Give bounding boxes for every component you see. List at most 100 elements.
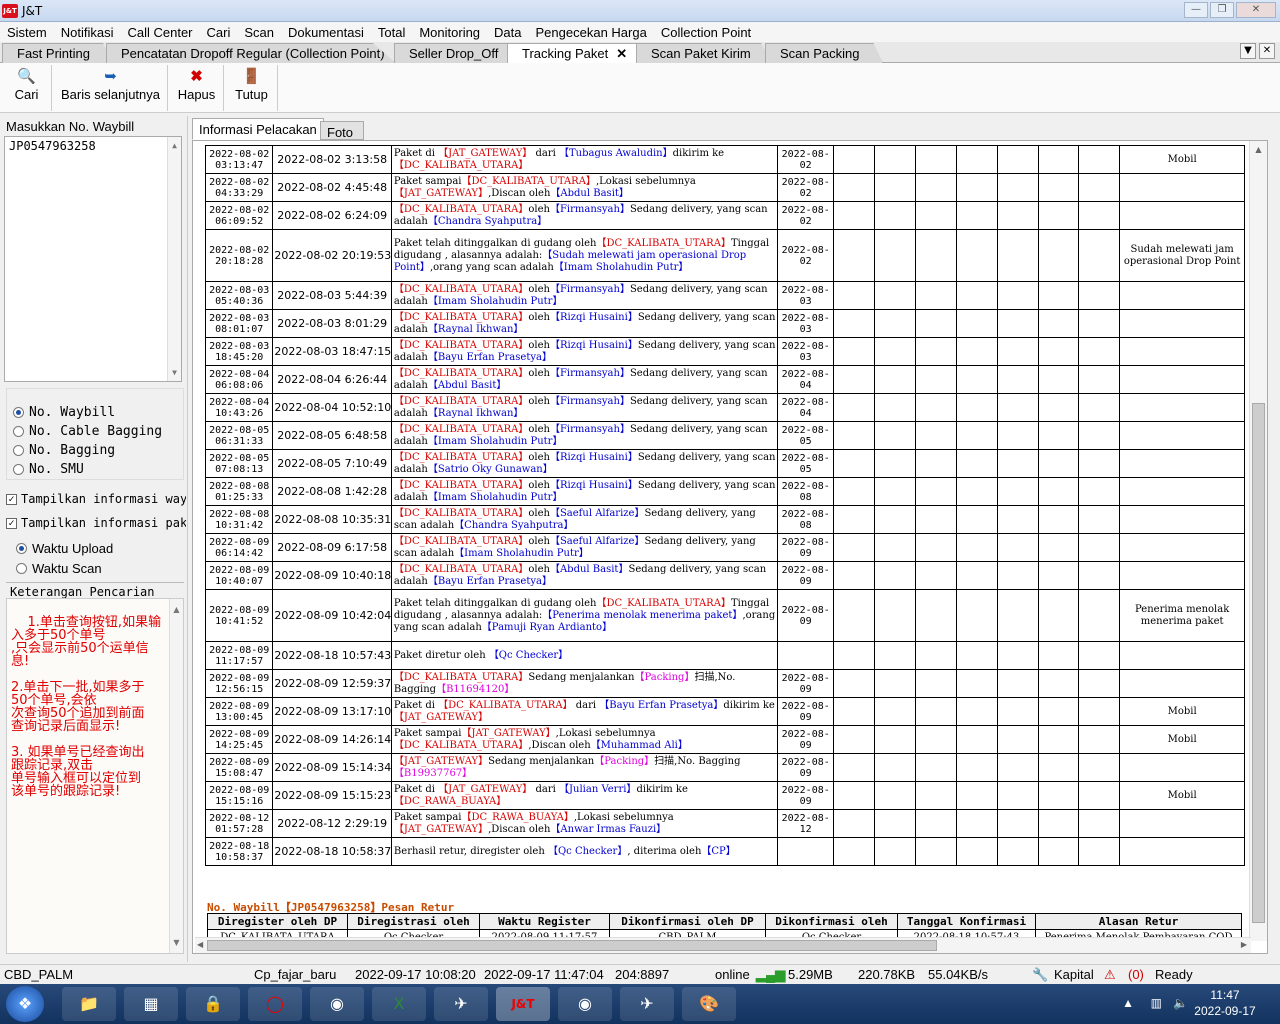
tracking-row[interactable]: 2022-08-05 07:08:13 2022-08-05 7:10:49 【DC…: [204, 449, 1245, 478]
tutup-button[interactable]: 🚪 Tutup: [226, 65, 278, 111]
radio-waktu-upload[interactable]: Waktu Upload: [16, 538, 184, 558]
start-button[interactable]: ❖: [6, 986, 44, 1022]
description-cell: 【DC_KALIBATA_UTARA】oleh【Rizqi Husaini】Se…: [390, 477, 779, 506]
tracking-row[interactable]: 2022-08-09 10:41:52 2022-08-09 10:42:04 Pa…: [204, 589, 1245, 642]
tab-pencatatan-dropoff[interactable]: Pencatatan Dropoff Regular (Collection P…: [106, 43, 396, 63]
vertical-scroll-thumb[interactable]: [1252, 403, 1265, 923]
tracking-row[interactable]: 2022-08-09 13:00:45 2022-08-09 13:17:10 Pa…: [204, 697, 1245, 726]
baris-selanjutnya-button[interactable]: ➥ Baris selanjutnya: [54, 65, 168, 111]
date-cell: 2022-08-02: [777, 201, 835, 230]
tray-arrow-icon[interactable]: ▲: [1122, 996, 1134, 1010]
tab-scan-packing[interactable]: Scan Packing: [765, 43, 883, 63]
tracking-row[interactable]: 2022-08-04 10:43:26 2022-08-04 10:52:10 【D…: [204, 393, 1245, 422]
radio-no-bagging[interactable]: No. Bagging: [13, 441, 183, 460]
maximize-button[interactable]: ❐: [1210, 2, 1234, 18]
tracking-row[interactable]: 2022-08-12 01:57:28 2022-08-12 2:29:19 Pak…: [204, 809, 1245, 838]
file-explorer-icon[interactable]: 📁: [62, 987, 116, 1021]
chrome-icon[interactable]: ◉: [310, 987, 364, 1021]
tracking-row[interactable]: 2022-08-03 08:01:07 2022-08-03 8:01:29 【DC…: [204, 309, 1245, 338]
radio-no-smu[interactable]: No. SMU: [13, 460, 183, 479]
radio-waktu-scan[interactable]: Waktu Scan: [16, 558, 184, 578]
tracking-row[interactable]: 2022-08-04 06:08:06 2022-08-04 6:26:44 【DC…: [204, 365, 1245, 394]
menu-pengecekan-harga[interactable]: Pengecekan Harga: [529, 25, 654, 40]
tracking-row[interactable]: 2022-08-09 15:15:16 2022-08-09 15:15:23 Pa…: [204, 781, 1245, 810]
telegram-2-icon[interactable]: ✈: [620, 987, 674, 1021]
tracking-row[interactable]: 2022-08-08 10:31:42 2022-08-08 10:35:31 【D…: [204, 505, 1245, 534]
scan-time-cell: 2022-08-02 20:18:28: [204, 229, 274, 282]
description-cell: 【DC_KALIBATA_UTARA】oleh【Firmansyah】Sedan…: [390, 281, 779, 310]
empty-cell: [1037, 229, 1080, 282]
tab-close-icon[interactable]: ✕: [616, 46, 627, 61]
empty-cell: [1078, 449, 1121, 478]
close-button[interactable]: ✕: [1236, 2, 1276, 18]
radio-no-cable-bagging[interactable]: No. Cable Bagging: [13, 422, 183, 441]
tab-seller-drop-off[interactable]: Seller Drop_Off: [394, 43, 518, 63]
cari-button[interactable]: 🔍 Cari: [2, 65, 52, 111]
tracking-row[interactable]: 2022-08-09 12:56:15 2022-08-09 12:59:37 【D…: [204, 669, 1245, 698]
empty-cell: [1078, 589, 1121, 642]
menu-collection-point[interactable]: Collection Point: [654, 25, 758, 40]
waybill-scrollbar[interactable]: ▲ ▼: [167, 137, 181, 381]
vpn-app-icon[interactable]: 🔒: [186, 987, 240, 1021]
tab-scan-paket-kirim[interactable]: Scan Paket Kirim: [636, 43, 772, 63]
highlight-token: 【Rizqi Husaini】: [549, 451, 638, 463]
subtab-foto[interactable]: Foto: [320, 121, 364, 140]
tracking-row[interactable]: 2022-08-08 01:25:33 2022-08-08 1:42:28 【DC…: [204, 477, 1245, 506]
tab-tracking-paket[interactable]: Tracking Paket ✕: [507, 43, 647, 63]
tracking-row[interactable]: 2022-08-02 04:33:29 2022-08-02 4:45:48 Pak…: [204, 173, 1245, 202]
checkbox-info-waybill[interactable]: ✓ Tampilkan informasi way: [6, 492, 186, 506]
horizontal-scrollbar[interactable]: ◀ ▶: [195, 937, 1251, 953]
radio-no-waybill[interactable]: No. Waybill: [13, 403, 183, 422]
tracking-row[interactable]: 2022-08-02 03:13:47 2022-08-02 3:13:58 Pak…: [204, 145, 1245, 174]
waybill-input[interactable]: JP0547963258 ▲ ▼: [4, 136, 182, 382]
clock[interactable]: 11:47 2022-09-17: [1190, 988, 1260, 1018]
jnt-app-icon[interactable]: J&T: [496, 987, 550, 1021]
empty-cell: [1037, 505, 1080, 534]
tracking-row[interactable]: 2022-08-02 06:09:52 2022-08-02 6:24:09 【DC…: [204, 201, 1245, 230]
menu-cari[interactable]: Cari: [200, 25, 238, 40]
tab-list-dropdown-icon[interactable]: ▼: [1240, 43, 1256, 59]
tab-close-all-icon[interactable]: ✕: [1259, 43, 1275, 59]
tracking-row[interactable]: 2022-08-03 18:45:20 2022-08-03 18:47:15 【D…: [204, 337, 1245, 366]
menu-total[interactable]: Total: [371, 25, 412, 40]
excel-icon[interactable]: X: [372, 987, 426, 1021]
taskbar: ❖ 📁 ▦ 🔒 ◯ ◉ X ✈ J&T ◉ ✈ 🎨 ▲ ▥ 🔈 11:47 20…: [0, 984, 1280, 1024]
menu-sistem[interactable]: Sistem: [0, 25, 54, 40]
volume-icon[interactable]: 🔈: [1173, 996, 1188, 1010]
tracking-row[interactable]: 2022-08-09 10:40:07 2022-08-09 10:40:18 【D…: [204, 561, 1245, 590]
tracking-row[interactable]: 2022-08-09 06:14:42 2022-08-09 6:17:58 【DC…: [204, 533, 1245, 562]
menu-call-center[interactable]: Call Center: [120, 25, 199, 40]
tracking-row[interactable]: 2022-08-05 06:31:33 2022-08-05 6:48:58 【DC…: [204, 421, 1245, 450]
date-cell: 2022-08-04: [777, 365, 835, 394]
return-header: Diregistrasi oleh: [347, 913, 480, 930]
tracking-row[interactable]: 2022-08-18 10:58:37 2022-08-18 10:58:37 Be…: [204, 837, 1245, 866]
menu-scan[interactable]: Scan: [237, 25, 281, 40]
horizontal-scroll-thumb[interactable]: [207, 940, 937, 951]
notes-scrollbar[interactable]: ▲ ▼: [169, 599, 183, 953]
remark-cell: [1119, 281, 1245, 310]
minimize-button[interactable]: —: [1184, 2, 1208, 18]
hapus-button[interactable]: ✖ Hapus: [170, 65, 224, 111]
calculator-icon[interactable]: ▦: [124, 987, 178, 1021]
tracking-row[interactable]: 2022-08-09 11:17:57 2022-08-18 10:57:43 Pa…: [204, 641, 1245, 670]
vertical-scrollbar[interactable]: ▲: [1249, 141, 1267, 941]
alert-icon[interactable]: ⚠: [1104, 967, 1116, 983]
checkbox-info-paket[interactable]: ✓ Tampilkan informasi pak: [6, 516, 186, 530]
scan-time-cell: 2022-08-18 10:58:37: [204, 837, 274, 866]
chrome-profile-icon[interactable]: ◉: [558, 987, 612, 1021]
tracking-row[interactable]: 2022-08-09 14:25:45 2022-08-09 14:26:14 Pa…: [204, 725, 1245, 754]
menu-dokumentasi[interactable]: Dokumentasi: [281, 25, 371, 40]
opera-icon[interactable]: ◯: [248, 987, 302, 1021]
telegram-icon[interactable]: ✈: [434, 987, 488, 1021]
tracking-row[interactable]: 2022-08-02 20:18:28 2022-08-02 20:19:53 Pa…: [204, 229, 1245, 282]
subtab-informasi-pelacakan[interactable]: Informasi Pelacakan: [192, 118, 324, 140]
menu-monitoring[interactable]: Monitoring: [412, 25, 487, 40]
network-icon[interactable]: ▥: [1151, 996, 1162, 1010]
paint-icon[interactable]: 🎨: [682, 987, 736, 1021]
menu-data[interactable]: Data: [487, 25, 528, 40]
empty-cell: [996, 589, 1039, 642]
menu-notifikasi[interactable]: Notifikasi: [54, 25, 121, 40]
tracking-row[interactable]: 2022-08-09 15:08:47 2022-08-09 15:14:34 【J…: [204, 753, 1245, 782]
tracking-row[interactable]: 2022-08-03 05:40:36 2022-08-03 5:44:39 【DC…: [204, 281, 1245, 310]
tab-fast-printing[interactable]: Fast Printing: [2, 43, 112, 63]
